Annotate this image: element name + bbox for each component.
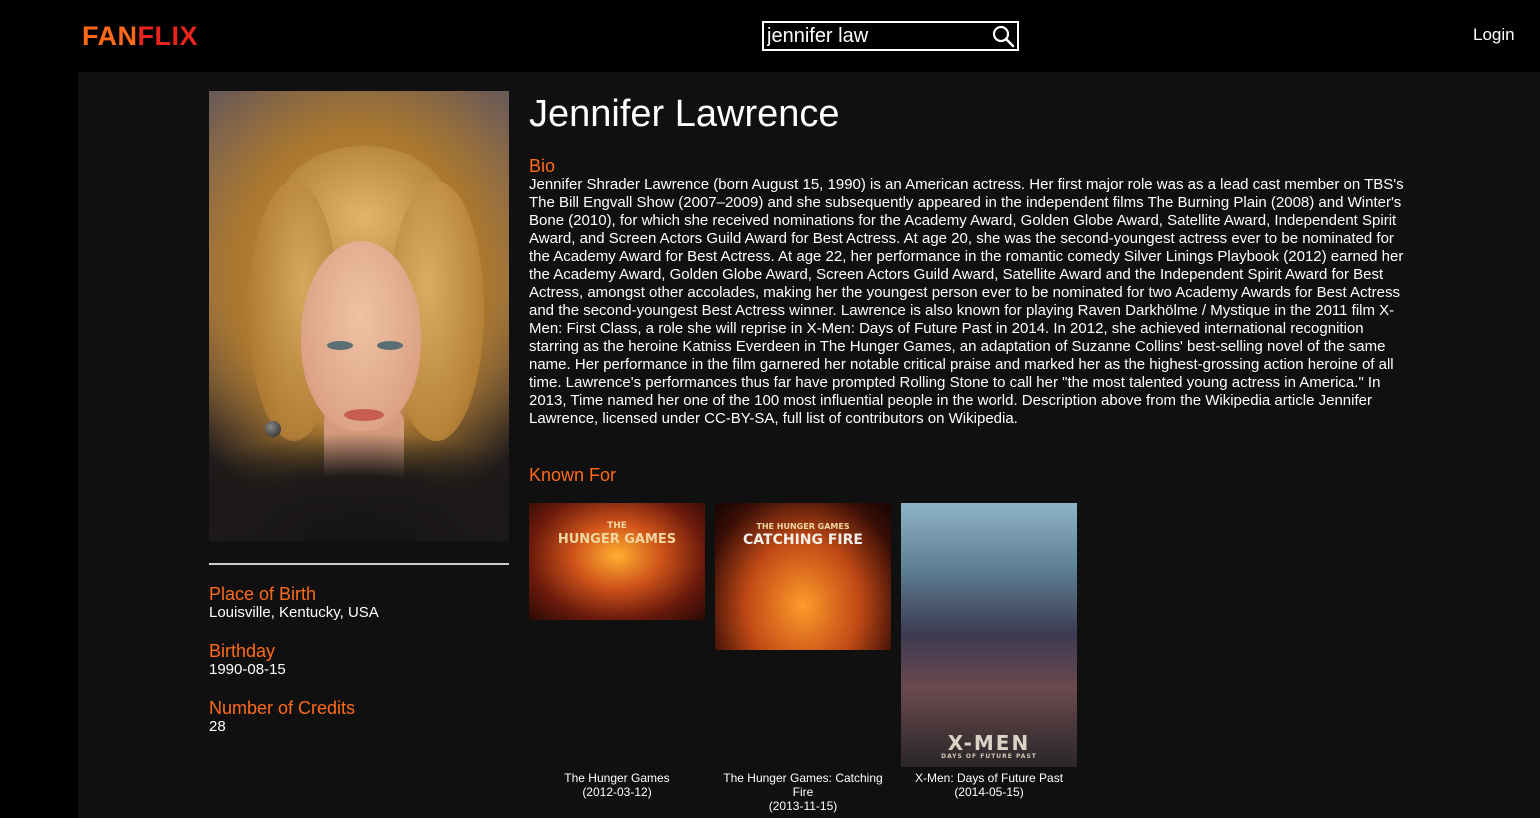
bio-label: Bio [529, 156, 556, 176]
credit-title[interactable]: The Hunger Games [529, 771, 705, 785]
birthday: Birthday 1990-08-15 [209, 641, 286, 679]
top-bar: FANFLIX Login [0, 0, 1540, 72]
credit-title[interactable]: The Hunger Games: Catching Fire [715, 771, 891, 799]
credits-label: Number of Credits [209, 698, 356, 718]
poster-hunger-games[interactable]: THE HUNGER GAMES [529, 503, 705, 620]
credit-card-x-men[interactable]: X-MEN DAYS OF FUTURE PAST X-Men: Days of… [901, 503, 1077, 799]
credit-card-hunger-games[interactable]: THE HUNGER GAMES The Hunger Games (2012-… [529, 503, 705, 799]
divider [209, 563, 509, 565]
birthday-value: 1990-08-15 [209, 661, 286, 678]
number-of-credits: Number of Credits 28 [209, 698, 355, 736]
credit-date: (2013-11-15) [768, 799, 838, 813]
poster-x-men[interactable]: X-MEN DAYS OF FUTURE PAST [901, 503, 1077, 767]
logo-flix: FLIX [137, 21, 198, 51]
search-input[interactable] [767, 23, 987, 49]
bio-text: Jennifer Shrader Lawrence (born August 1… [529, 176, 1404, 427]
person-name: Jennifer Lawrence [529, 93, 840, 135]
known-for-label: Known For [529, 465, 617, 485]
poster-catching-fire[interactable]: THE HUNGER GAMES CATCHING FIRE [715, 503, 891, 650]
credit-date: (2014-05-15) [954, 785, 1024, 799]
search-icon[interactable] [991, 24, 1015, 48]
fanflix-logo[interactable]: FANFLIX [82, 20, 198, 52]
birthday-label: Birthday [209, 641, 276, 661]
login-link[interactable]: Login [1473, 25, 1515, 45]
profile-photo [209, 91, 509, 541]
place-of-birth: Place of Birth Louisville, Kentucky, USA [209, 584, 379, 622]
search-box [762, 21, 1019, 51]
credit-title[interactable]: X-Men: Days of Future Past [901, 771, 1077, 785]
credit-card-catching-fire[interactable]: THE HUNGER GAMES CATCHING FIRE The Hunge… [715, 503, 891, 813]
credit-date: (2012-03-12) [582, 785, 652, 799]
logo-fan: FAN [82, 21, 138, 51]
credits-value: 28 [209, 718, 226, 735]
place-of-birth-value: Louisville, Kentucky, USA [209, 604, 379, 621]
place-of-birth-label: Place of Birth [209, 584, 317, 604]
